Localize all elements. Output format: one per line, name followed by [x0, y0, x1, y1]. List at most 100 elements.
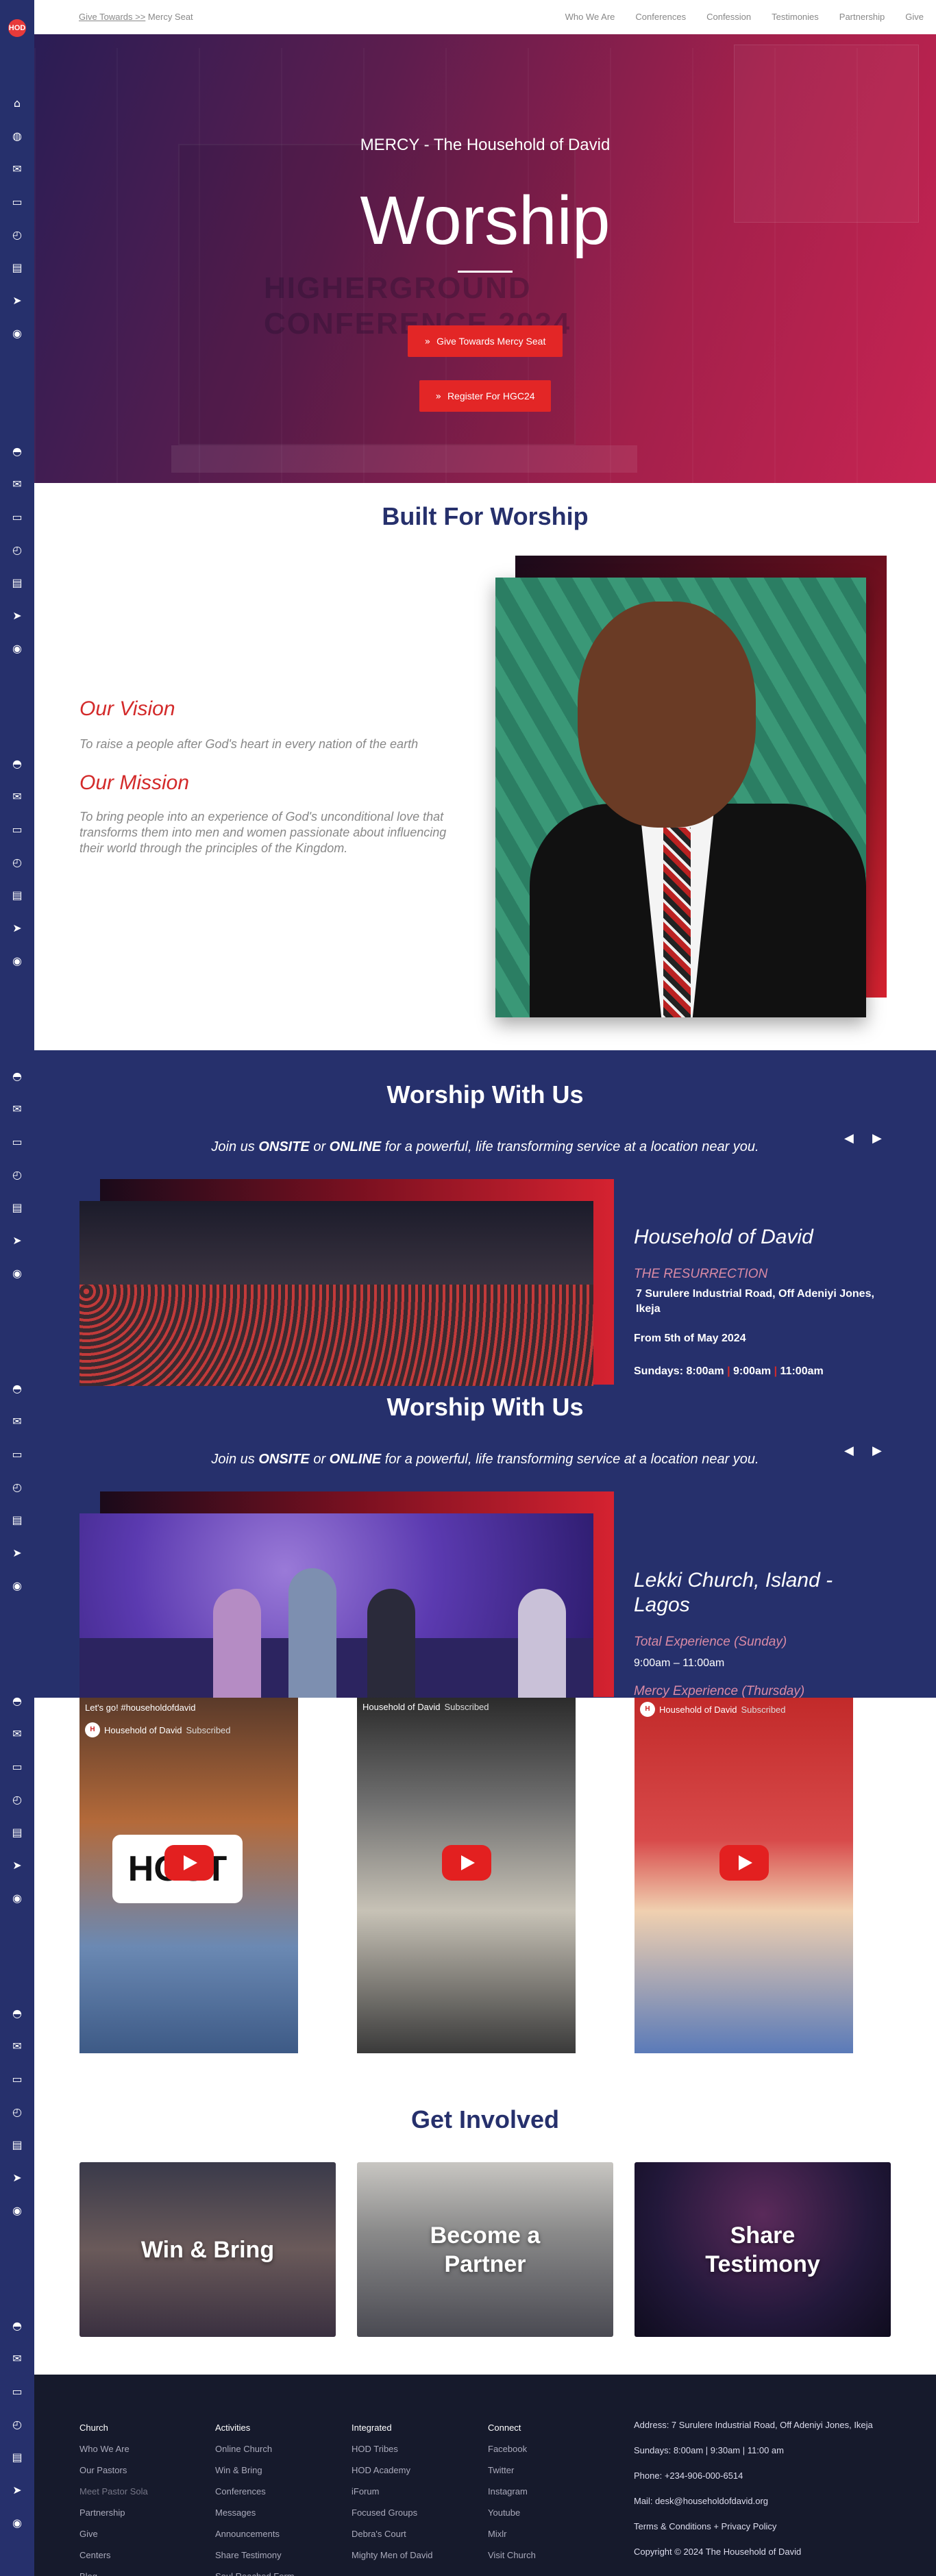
footer-link[interactable]: Conferences	[215, 2481, 295, 2502]
history-icon[interactable]: ◴	[10, 1792, 25, 1807]
video-icon[interactable]: ▭	[10, 822, 25, 837]
nav-conferences[interactable]: Conferences	[635, 12, 686, 22]
footer-link[interactable]: HOD Academy	[352, 2460, 433, 2481]
history-icon[interactable]: ◴	[10, 543, 25, 558]
logo[interactable]: HOD	[8, 19, 26, 37]
compass-icon[interactable]: ➤	[10, 293, 25, 308]
record-icon[interactable]: ◉	[10, 1578, 25, 1594]
footer-link[interactable]: Focused Groups	[352, 2502, 433, 2523]
mail-icon[interactable]: ✉	[10, 2039, 25, 2054]
become-partner-card[interactable]: Become a Partner	[357, 2162, 613, 2337]
mail-icon[interactable]: ✉	[10, 1102, 25, 1117]
book-icon[interactable]: ▤	[10, 260, 25, 275]
footer-link[interactable]: Centers	[79, 2544, 148, 2566]
mail-icon[interactable]: ✉	[10, 1414, 25, 1429]
footer-link[interactable]: Visit Church	[488, 2544, 536, 2566]
footer-link[interactable]: Who We Are	[79, 2438, 148, 2460]
play-icon[interactable]	[164, 1845, 214, 1881]
history-icon[interactable]: ◴	[10, 2417, 25, 2432]
footer-link[interactable]: Twitter	[488, 2460, 536, 2481]
history-icon[interactable]: ◴	[10, 855, 25, 870]
video-icon[interactable]: ▭	[10, 1759, 25, 1774]
nav-confession[interactable]: Confession	[706, 12, 751, 22]
hat-icon[interactable]: ◓	[10, 2318, 25, 2333]
record-icon[interactable]: ◉	[10, 1266, 25, 1281]
slider-next-icon[interactable]: ▶	[872, 1131, 882, 1145]
footer-link[interactable]: Blog	[79, 2566, 148, 2576]
footer-link[interactable]: Messages	[215, 2502, 295, 2523]
play-icon[interactable]	[719, 1845, 769, 1881]
video-icon[interactable]: ▭	[10, 1135, 25, 1150]
nav-give[interactable]: Give	[905, 12, 924, 22]
nav-who-we-are[interactable]: Who We Are	[565, 12, 615, 22]
compass-icon[interactable]: ➤	[10, 608, 25, 623]
footer-link[interactable]: Partnership	[79, 2502, 148, 2523]
history-icon[interactable]: ◴	[10, 1167, 25, 1182]
video-icon[interactable]: ▭	[10, 2072, 25, 2087]
book-icon[interactable]: ▤	[10, 575, 25, 591]
video-icon[interactable]: ▭	[10, 195, 25, 210]
hat-icon[interactable]: ◓	[10, 2006, 25, 2021]
footer-link[interactable]: Debra's Court	[352, 2523, 433, 2544]
video-icon[interactable]: ▭	[10, 1447, 25, 1462]
footer-link[interactable]: Win & Bring	[215, 2460, 295, 2481]
hat-icon[interactable]: ◓	[10, 1694, 25, 1709]
book-icon[interactable]: ▤	[10, 2138, 25, 2153]
hat-icon[interactable]: ◓	[10, 1069, 25, 1084]
video-icon[interactable]: ▭	[10, 2384, 25, 2399]
footer-link[interactable]: Instagram	[488, 2481, 536, 2502]
footer-link[interactable]: iForum	[352, 2481, 433, 2502]
home-icon[interactable]: ⌂	[10, 96, 25, 111]
video-short-2[interactable]: Household of David Subscribed	[357, 1698, 576, 2053]
footer-link[interactable]: Announcements	[215, 2523, 295, 2544]
footer-phone[interactable]: Phone: +234-906-000-6514	[634, 2465, 873, 2486]
record-icon[interactable]: ◉	[10, 326, 25, 341]
book-icon[interactable]: ▤	[10, 1513, 25, 1528]
globe-icon[interactable]: ◍	[10, 129, 25, 144]
video-short-3[interactable]: H Household of David Subscribed	[635, 1698, 853, 2053]
footer-link[interactable]: Facebook	[488, 2438, 536, 2460]
play-icon[interactable]	[442, 1845, 491, 1881]
footer-link[interactable]: Online Church	[215, 2438, 295, 2460]
compass-icon[interactable]: ➤	[10, 2170, 25, 2185]
hat-icon[interactable]: ◓	[10, 1381, 25, 1396]
video-icon[interactable]: ▭	[10, 510, 25, 525]
compass-icon[interactable]: ➤	[10, 921, 25, 936]
footer-link[interactable]: Mixlr	[488, 2523, 536, 2544]
book-icon[interactable]: ▤	[10, 1200, 25, 1215]
register-hgc24-button[interactable]: » Register For HGC24	[419, 380, 551, 412]
win-bring-card[interactable]: Win & Bring	[79, 2162, 336, 2337]
footer-link[interactable]: Meet Pastor Sola	[79, 2481, 148, 2502]
nav-testimonies[interactable]: Testimonies	[772, 12, 819, 22]
footer-terms-link[interactable]: Terms & Conditions + Privacy Policy	[634, 2516, 873, 2537]
footer-link[interactable]: Our Pastors	[79, 2460, 148, 2481]
slider-prev-icon[interactable]: ◀	[844, 1131, 854, 1145]
record-icon[interactable]: ◉	[10, 2516, 25, 2531]
book-icon[interactable]: ▤	[10, 2450, 25, 2465]
book-icon[interactable]: ▤	[10, 1825, 25, 1840]
hat-icon[interactable]: ◓	[10, 756, 25, 771]
record-icon[interactable]: ◉	[10, 954, 25, 969]
mail-icon[interactable]: ✉	[10, 789, 25, 804]
history-icon[interactable]: ◴	[10, 227, 25, 243]
nav-partnership[interactable]: Partnership	[839, 12, 885, 22]
footer-link[interactable]: Give	[79, 2523, 148, 2544]
slider-prev-icon[interactable]: ◀	[844, 1444, 854, 1458]
record-icon[interactable]: ◉	[10, 1891, 25, 1906]
book-icon[interactable]: ▤	[10, 888, 25, 903]
footer-link[interactable]: Mighty Men of David	[352, 2544, 433, 2566]
record-icon[interactable]: ◉	[10, 2203, 25, 2218]
mail-icon[interactable]: ✉	[10, 2351, 25, 2366]
mail-icon[interactable]: ✉	[10, 162, 25, 177]
footer-link[interactable]: HOD Tribes	[352, 2438, 433, 2460]
record-icon[interactable]: ◉	[10, 641, 25, 656]
mail-icon[interactable]: ✉	[10, 477, 25, 492]
compass-icon[interactable]: ➤	[10, 1858, 25, 1873]
compass-icon[interactable]: ➤	[10, 1233, 25, 1248]
footer-link[interactable]: Soul Reached Form	[215, 2566, 295, 2576]
give-mercy-seat-button[interactable]: » Give Towards Mercy Seat	[408, 325, 563, 357]
mail-icon[interactable]: ✉	[10, 1726, 25, 1742]
history-icon[interactable]: ◴	[10, 2105, 25, 2120]
breadcrumb-link[interactable]: Give Towards >>	[79, 12, 145, 22]
footer-link[interactable]: Youtube	[488, 2502, 536, 2523]
